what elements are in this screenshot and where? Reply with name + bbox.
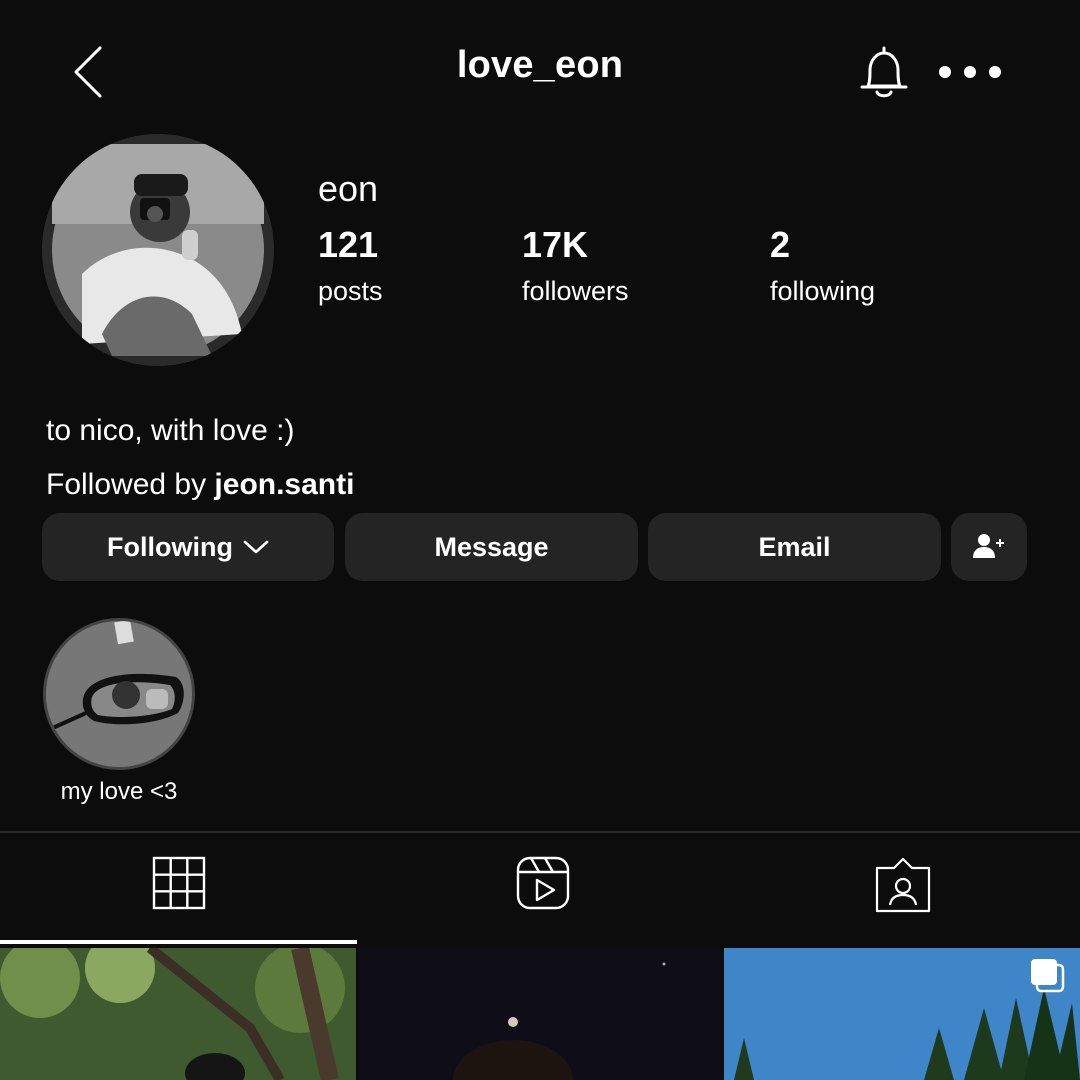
bell-icon[interactable] (856, 44, 912, 102)
following-button[interactable]: Following (42, 513, 334, 581)
email-button[interactable]: Email (648, 513, 941, 581)
page-title: love_eon (456, 44, 624, 86)
message-button[interactable]: Message (345, 513, 638, 581)
active-tab-indicator (0, 940, 357, 944)
chevron-down-icon (243, 540, 269, 554)
more-horizontal-icon[interactable] (936, 60, 1006, 84)
following-button-label: Following (107, 531, 233, 562)
followers-label[interactable]: followers (522, 276, 629, 307)
message-button-label: Message (434, 531, 549, 562)
following-label[interactable]: following (770, 276, 875, 307)
grid-icon[interactable] (151, 855, 211, 919)
grid-post[interactable] (0, 948, 356, 1080)
divider (0, 831, 1080, 833)
bio: to nico, with love :) (46, 414, 295, 447)
posts-count[interactable]: 121 (318, 224, 378, 266)
followers-count[interactable]: 17K (522, 224, 588, 266)
avatar[interactable] (42, 134, 274, 366)
grid-post[interactable] (359, 948, 721, 1080)
email-button-label: Email (758, 531, 831, 562)
display-name: eon (318, 168, 379, 209)
person-add-icon (973, 534, 1004, 558)
highlight-label[interactable]: my love <3 (0, 778, 238, 806)
followed-by[interactable]: Followed by jeon.santi (46, 468, 354, 502)
tagged-icon[interactable] (874, 855, 934, 919)
followed-by-user[interactable]: jeon.santi (214, 468, 354, 501)
story-highlight[interactable] (43, 618, 195, 770)
reels-icon[interactable] (515, 855, 575, 919)
following-count[interactable]: 2 (770, 224, 790, 266)
add-person-button[interactable] (951, 513, 1027, 581)
grid-post[interactable] (724, 948, 1080, 1080)
followed-by-prefix: Followed by (46, 468, 215, 501)
carousel-icon (1031, 959, 1065, 993)
posts-label[interactable]: posts (318, 276, 383, 307)
